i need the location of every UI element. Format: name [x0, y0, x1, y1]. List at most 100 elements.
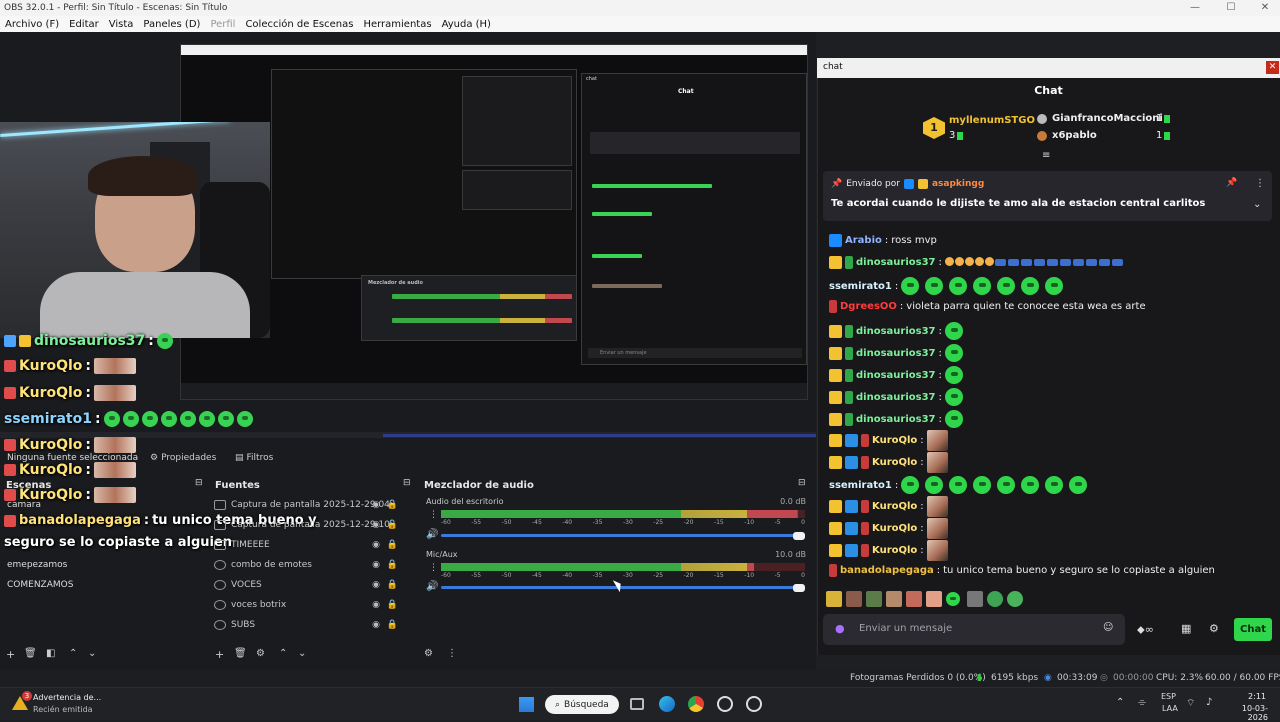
- mixer-menu-icon[interactable]: ⋮: [447, 648, 457, 659]
- emote-icon[interactable]: [967, 591, 983, 607]
- chat-message[interactable]: KuroQlo:: [829, 540, 948, 561]
- source-item[interactable]: VOCES ◉ 🔒: [214, 575, 410, 595]
- taskbar-search[interactable]: ⌕ Búsqueda: [545, 695, 619, 714]
- chat-message[interactable]: dinosaurios37:: [829, 410, 966, 428]
- dock-float-icon[interactable]: ⊟: [403, 478, 411, 488]
- menu-paneles[interactable]: Paneles (D): [138, 19, 205, 30]
- chat-message[interactable]: KuroQlo:: [829, 452, 948, 473]
- visibility-icon[interactable]: ◉: [372, 560, 380, 570]
- source-item[interactable]: voces botrix ◉ 🔒: [214, 595, 410, 615]
- lock-icon[interactable]: 🔒: [387, 580, 398, 590]
- settings-icon[interactable]: ⚙: [1209, 622, 1219, 635]
- lock-icon[interactable]: 🔒: [387, 520, 398, 530]
- chat-close-button[interactable]: ✕: [1266, 61, 1279, 74]
- chat-message[interactable]: dinosaurios37:: [829, 366, 966, 384]
- language[interactable]: ESP: [1161, 692, 1176, 701]
- chat-message[interactable]: dinosaurios37:: [829, 344, 966, 362]
- menu-editar[interactable]: Editar: [64, 19, 104, 30]
- chat-message[interactable]: KuroQlo:: [829, 430, 948, 451]
- source-item[interactable]: TIMEEEE ◉ 🔒: [214, 535, 410, 555]
- menu-vista[interactable]: Vista: [104, 19, 139, 30]
- move-up-icon[interactable]: ⌃: [69, 648, 77, 659]
- emote-icon[interactable]: [1007, 591, 1023, 607]
- emote-icon[interactable]: [906, 591, 922, 607]
- keyboard-layout[interactable]: LAA: [1162, 704, 1178, 713]
- unpin-icon[interactable]: 📌: [1226, 178, 1237, 188]
- visibility-icon[interactable]: ◉: [372, 520, 380, 530]
- close-button[interactable]: ✕: [1248, 0, 1280, 16]
- move-down-icon[interactable]: ⌄: [88, 648, 96, 659]
- clock-date[interactable]: 10-03-2026: [1222, 704, 1268, 722]
- task-view-icon[interactable]: [630, 698, 644, 710]
- obs-second-icon[interactable]: [746, 696, 762, 712]
- chat-message[interactable]: KuroQlo:: [829, 496, 948, 517]
- microphone-icon[interactable]: ●: [835, 622, 845, 635]
- source-item[interactable]: SUBS ◉ 🔒: [214, 615, 410, 635]
- visibility-icon[interactable]: ◉: [372, 600, 380, 610]
- chat-message[interactable]: ssemirato1:: [829, 476, 1090, 494]
- emote-icon[interactable]: [846, 591, 862, 607]
- source-settings-icon[interactable]: ⚙: [256, 648, 265, 659]
- volume-icon[interactable]: ♪: [1206, 697, 1212, 708]
- chat-message[interactable]: ssemirato1:: [829, 277, 1066, 295]
- scene-item-camara[interactable]: camara: [7, 500, 41, 510]
- remove-source-button[interactable]: 🗑: [234, 648, 247, 659]
- visibility-icon[interactable]: ◉: [372, 540, 380, 550]
- move-up-icon[interactable]: ⌃: [279, 648, 287, 659]
- lock-icon[interactable]: 🔒: [387, 540, 398, 550]
- chat-message[interactable]: dinosaurios37:: [829, 322, 966, 340]
- pinned-message[interactable]: 📌 Enviado por asapkingg Te acordai cuand…: [823, 171, 1272, 221]
- visibility-icon[interactable]: ◉: [372, 620, 380, 630]
- network-icon[interactable]: ⌯: [1138, 697, 1146, 708]
- filters-button[interactable]: ▤ Filtros: [235, 453, 273, 463]
- menu-perfil[interactable]: Perfil: [205, 19, 240, 30]
- menu-ayuda[interactable]: Ayuda (H): [437, 19, 496, 30]
- chat-message[interactable]: DgreesOO: violeta parra quien te conocee…: [829, 300, 1146, 313]
- emote-icon[interactable]: [926, 591, 942, 607]
- channel-menu-icon[interactable]: ⋮: [429, 563, 438, 573]
- lock-icon[interactable]: 🔒: [387, 600, 398, 610]
- pinned-menu-icon[interactable]: ⋮: [1255, 178, 1265, 189]
- visibility-icon[interactable]: ◉: [372, 580, 380, 590]
- chat-message[interactable]: banadolapegaga: tu unico tema bueno y se…: [829, 564, 1215, 577]
- scene-item-comenzamos[interactable]: COMENZAMOS: [7, 580, 73, 590]
- lock-icon[interactable]: 🔒: [387, 500, 398, 510]
- maximize-button[interactable]: ☐: [1214, 0, 1248, 16]
- visibility-icon[interactable]: ◉: [372, 500, 380, 510]
- remove-scene-button[interactable]: 🗑: [24, 648, 37, 659]
- chevron-down-icon[interactable]: ⌄: [1253, 199, 1261, 210]
- minimize-button[interactable]: —: [1178, 0, 1212, 16]
- chrome-icon[interactable]: [688, 696, 704, 712]
- emote-icon[interactable]: [987, 591, 1003, 607]
- volume-slider[interactable]: [441, 534, 805, 537]
- wifi-icon[interactable]: ⌔: [1186, 697, 1195, 710]
- clock-time[interactable]: 2:11: [1224, 692, 1266, 701]
- speaker-icon[interactable]: 🔊: [426, 529, 438, 540]
- menu-archivo[interactable]: Archivo (F): [0, 19, 64, 30]
- scene-item-emepezamos[interactable]: emepezamos: [7, 560, 67, 570]
- volume-slider-knob[interactable]: [793, 532, 805, 540]
- source-item[interactable]: Captura de pantalla 2025-12-29 10: ◉ 🔒: [214, 515, 410, 535]
- move-down-icon[interactable]: ⌄: [298, 648, 306, 659]
- source-item[interactable]: Captura de pantalla 2025-12-29 04: ◉ 🔒: [214, 495, 410, 515]
- volume-slider-knob[interactable]: [793, 584, 805, 592]
- edge-icon[interactable]: [659, 696, 675, 712]
- chat-message[interactable]: dinosaurios37:: [829, 388, 966, 406]
- menu-coleccion-escenas[interactable]: Colección de Escenas: [240, 19, 358, 30]
- lock-icon[interactable]: 🔒: [387, 560, 398, 570]
- emote-icon[interactable]: [946, 592, 960, 606]
- scene-filter-icon[interactable]: ◧: [46, 648, 55, 659]
- dock-float-icon[interactable]: ⊟: [195, 478, 203, 488]
- advanced-audio-icon[interactable]: ⚙: [424, 648, 433, 659]
- expand-leaderboard-icon[interactable]: ≡: [1042, 150, 1050, 161]
- scene-preview[interactable]: Mezclador de audio chat Chat Enviar un m…: [180, 44, 808, 400]
- send-chat-button[interactable]: Chat: [1234, 618, 1272, 641]
- channel-menu-icon[interactable]: ⋮: [429, 510, 438, 520]
- menu-herramientas[interactable]: Herramientas: [358, 19, 436, 30]
- emoji-icon[interactable]: ☺: [1103, 622, 1113, 633]
- chat-message[interactable]: KuroQlo:: [829, 518, 948, 539]
- emote-icon[interactable]: [886, 591, 902, 607]
- obs-icon[interactable]: [717, 696, 733, 712]
- add-source-button[interactable]: +: [215, 648, 224, 661]
- windows-start-icon[interactable]: [519, 697, 534, 712]
